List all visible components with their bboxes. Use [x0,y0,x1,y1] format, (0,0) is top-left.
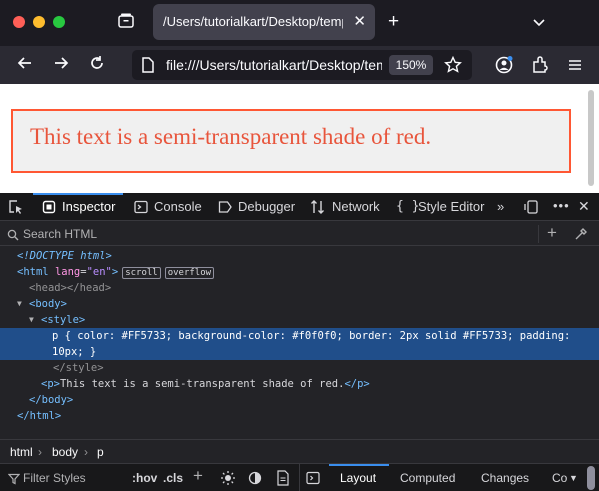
divider [299,464,300,491]
forward-button[interactable] [50,54,72,76]
chevron-down-icon[interactable]: ▼ [569,471,581,485]
hover-state-toggle[interactable]: :hov [132,471,157,485]
tab-debugger[interactable]: Debugger [238,199,295,214]
style-close-tag: </style> [53,362,104,374]
body-node[interactable]: <body> [29,296,67,312]
css-text-line-2[interactable]: 10px; } [52,344,96,360]
style-node[interactable]: <style> [41,312,85,328]
layout-tab-indicator [329,464,389,466]
html-close-tag: </html> [17,410,62,422]
panel-scrollbar[interactable] [587,466,595,490]
demo-paragraph: This text is a semi-transparent shade of… [11,109,571,173]
reload-icon [91,56,103,69]
add-node-button[interactable]: + [547,223,557,243]
dark-theme-icon[interactable] [248,471,262,485]
tab-style-editor[interactable]: Style Editor [418,199,484,214]
search-icon [7,228,19,241]
tab-changes[interactable]: Changes [481,471,529,485]
tab-title: /Users/tutorialkart/Desktop/temp.html [163,14,343,29]
head-node[interactable]: <head></head> [29,280,111,296]
css-text-line-1[interactable]: p { color: #FF5733; background-color: #f… [52,328,570,344]
tab-layout[interactable]: Layout [340,471,376,485]
expand-body-chevron-icon[interactable]: ▼ [17,296,22,312]
doctype-node[interactable]: <!DOCTYPE html> [17,248,112,264]
console-icon [134,200,148,214]
active-tab-indicator [33,193,123,195]
close-devtools-icon[interactable]: ✕ [578,198,590,215]
page-scrollbar[interactable] [588,90,594,186]
zoom-level-button[interactable]: 150% [389,55,433,75]
tab-temp-html[interactable]: /Users/tutorialkart/Desktop/temp.html ✕ [153,4,375,40]
menu-hamburger-icon[interactable] [566,56,584,74]
body-close-tag: </body> [29,394,74,406]
navigation-toolbar: file:///Users/tutorialkart/Desktop/temp.… [0,46,599,84]
arrow-right-icon [55,57,69,69]
network-icon [310,199,326,215]
html-open-tag: <html [17,266,49,278]
tab-strip: /Users/tutorialkart/Desktop/temp.html ✕ … [0,0,599,46]
more-tabs-chevron-icon[interactable]: » [497,199,504,214]
minimize-window-button[interactable] [33,16,45,28]
dock-side-icon[interactable] [523,199,539,215]
breadcrumb-separator-icon: › [38,445,42,459]
tab-console[interactable]: Console [154,199,202,214]
filter-styles-input[interactable]: Filter Styles [23,471,86,485]
filter-icon [7,472,21,485]
element-picker-icon[interactable] [8,199,24,215]
breadcrumb: html › body › p [0,439,599,463]
overflow-menu-icon[interactable]: ••• [553,198,570,213]
overflow-badge[interactable]: overflow [164,267,215,279]
new-tab-button[interactable]: + [388,11,399,33]
devtools-panel: Inspector Console Debugger Network { } S… [0,193,599,491]
tab-compatibility[interactable]: Co [552,471,567,485]
bookmark-star-icon[interactable] [444,55,462,74]
toggle-sidebar-icon[interactable] [306,471,320,485]
close-icon[interactable]: ✕ [353,12,366,30]
html-open-bracket: > [111,266,119,278]
search-html-input[interactable]: Search HTML [23,227,97,241]
page-content: This text is a semi-transparent shade of… [0,84,599,193]
scroll-badge[interactable]: scroll [122,267,161,279]
breadcrumb-p[interactable]: p [97,445,104,459]
zoom-window-button[interactable] [53,16,65,28]
reload-button[interactable] [86,54,108,76]
light-theme-sun-icon[interactable] [220,470,236,486]
divider [538,225,539,243]
breadcrumb-html[interactable]: html [10,445,33,459]
chevron-down-icon[interactable] [531,14,547,30]
page-icon [141,57,155,73]
style-editor-icon: { } [396,199,420,214]
back-button[interactable] [14,54,36,76]
print-simulation-icon[interactable] [276,470,290,486]
lang-value: "en" [86,266,112,278]
tab-network[interactable]: Network [332,199,380,214]
close-window-button[interactable] [13,16,25,28]
lang-attr: lang [54,266,81,278]
inspector-icon [42,200,56,214]
address-bar[interactable]: file:///Users/tutorialkart/Desktop/temp.… [132,50,472,80]
markup-view: <!DOCTYPE html> <html lang="en"> scroll ov… [0,246,599,436]
search-html-bar[interactable]: Search HTML + [0,222,599,246]
url-text[interactable]: file:///Users/tutorialkart/Desktop/temp.… [166,57,382,73]
p-text-content: This text is a semi-transparent shade of… [59,378,345,390]
arrow-left-icon [17,57,31,69]
tab-inspector[interactable]: Inspector [62,199,115,214]
debugger-icon [218,200,232,214]
class-toggle[interactable]: .cls [163,471,183,485]
add-rule-button[interactable]: + [193,466,203,486]
account-icon[interactable] [494,55,514,75]
p-node[interactable]: <p>This text is a semi-transparent shade… [41,376,370,392]
expand-style-chevron-icon[interactable]: ▼ [29,312,34,328]
html-node[interactable]: <html lang="en"> scroll overflow [17,264,215,280]
p-open-tag: <p> [41,378,60,390]
breadcrumb-separator-icon: › [84,445,88,459]
eyedropper-icon[interactable] [574,227,588,241]
extensions-icon[interactable] [530,55,550,75]
breadcrumb-body[interactable]: body [52,445,78,459]
tab-overview-icon[interactable] [117,12,135,30]
p-close-tag: </p> [344,378,370,390]
tab-computed[interactable]: Computed [400,471,455,485]
devtools-tab-bar: Inspector Console Debugger Network { } S… [0,193,599,221]
rules-toolbar: Filter Styles :hov .cls + Layout Compute… [0,463,599,491]
